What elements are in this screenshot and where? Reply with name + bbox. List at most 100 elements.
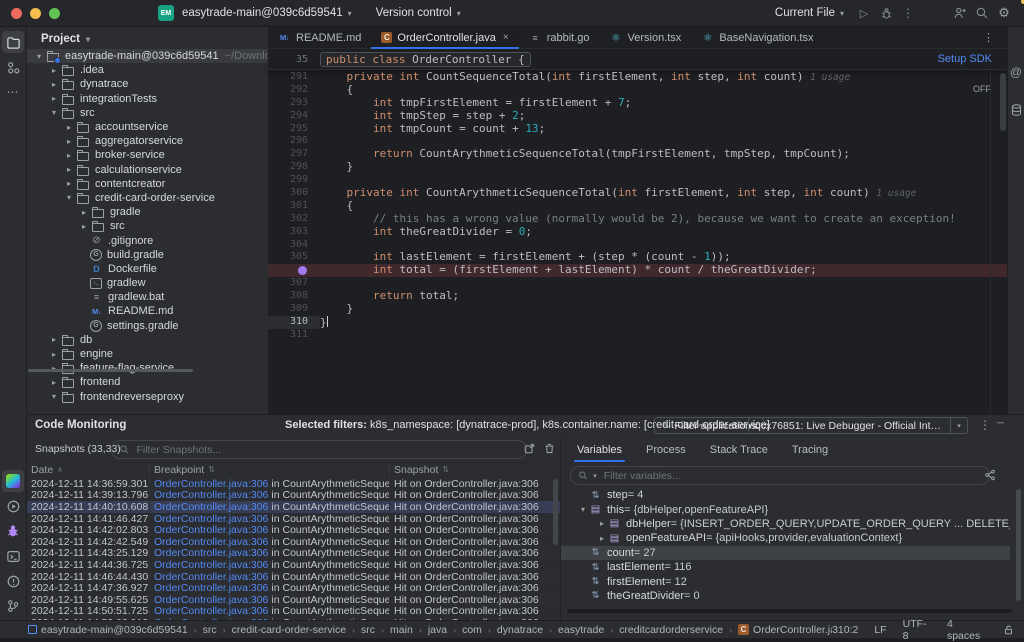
tree-item-gradle[interactable]: ▸gradle — [27, 205, 268, 219]
breakpoint-link[interactable]: OrderController.java:306 — [154, 548, 268, 560]
variable-row-dbHelper[interactable]: ▸▤dbHelper = {INSERT_ORDER_QUERY,UPDATE_… — [561, 517, 1010, 531]
tree-item-frontend[interactable]: ▸frontend — [27, 375, 268, 389]
line-number-gutter[interactable]: 308 — [268, 290, 320, 303]
breadcrumb-item[interactable]: easytrade-main@039c6d59541 — [28, 624, 188, 636]
tree-item-.idea[interactable]: ▸.idea — [27, 63, 268, 77]
services-tool-icon[interactable] — [2, 495, 24, 517]
code-line-306[interactable]: int total = (firstElement + lastElement)… — [268, 264, 1008, 277]
tree-item-.gitignore[interactable]: ⊘.gitignore — [27, 233, 268, 247]
tab-process[interactable]: Process — [634, 437, 698, 462]
share-icon[interactable] — [984, 469, 996, 481]
line-number-gutter[interactable]: 301 — [268, 200, 320, 213]
tree-item-gradlew.bat[interactable]: ≡gradlew.bat — [27, 290, 268, 304]
tree-item-easytrade-main@039c6d59541[interactable]: ▾easytrade-main@039c6d59541~/Downloads/e… — [27, 49, 268, 63]
tree-item-engine[interactable]: ▸engine — [27, 347, 268, 361]
debug-icon[interactable] — [876, 3, 896, 23]
tree-item-aggregatorservice[interactable]: ▸aggregatorservice — [27, 134, 268, 148]
tree-item-calculationservice[interactable]: ▸calculationservice — [27, 163, 268, 177]
breadcrumb-item[interactable]: creditcardorderservice — [619, 624, 723, 636]
breakpoint-link[interactable]: OrderController.java:306 — [154, 478, 268, 490]
line-number-gutter[interactable]: 311 — [268, 329, 320, 342]
breakpoint-link[interactable]: OrderController.java:306 — [154, 559, 268, 571]
window-close-button[interactable] — [11, 8, 22, 19]
debug-tool-icon[interactable] — [2, 520, 24, 542]
variables-filter-input[interactable] — [602, 469, 982, 483]
column-header-date[interactable]: Date ∧ — [27, 462, 150, 477]
code-line-311[interactable]: 311 — [268, 329, 1008, 342]
snapshot-filter-input-box[interactable] — [111, 440, 527, 459]
line-number-gutter[interactable]: 293 — [268, 97, 320, 110]
more-options-icon[interactable]: ⋮ — [898, 3, 918, 23]
snapshot-row[interactable]: 2024-12-11 14:42:42.549OrderController.j… — [27, 536, 560, 548]
expand-arrow-icon[interactable]: ▾ — [48, 108, 60, 117]
snapshot-filter-input[interactable] — [134, 443, 519, 457]
snapshot-row[interactable]: 2024-12-11 14:43:25.129OrderController.j… — [27, 548, 560, 560]
expand-arrow-icon[interactable]: ▸ — [78, 208, 90, 217]
line-number-gutter[interactable]: 296 — [268, 135, 320, 148]
expand-arrow-icon[interactable]: ▸ — [48, 350, 60, 359]
search-options-caret-icon[interactable]: ▾ — [593, 472, 597, 480]
expand-arrow-icon[interactable]: ▸ — [63, 179, 75, 188]
expand-arrow-icon[interactable]: ▸ — [63, 123, 75, 132]
git-branch-tool-icon[interactable] — [2, 595, 24, 617]
breadcrumb-item[interactable]: COrderController.java — [738, 624, 832, 636]
tree-item-broker-service[interactable]: ▸broker-service — [27, 148, 268, 162]
tree-item-contentcreator[interactable]: ▸contentcreator — [27, 177, 268, 191]
setup-sdk-link[interactable]: Setup SDK — [938, 53, 992, 65]
expand-arrow-icon[interactable]: ▸ — [78, 222, 90, 231]
code-line-297[interactable]: 297 return CountArythmeticSequenceTotal(… — [268, 148, 1008, 161]
lock-open-icon[interactable] — [1003, 624, 1014, 636]
line-number-gutter[interactable]: 304 — [268, 239, 320, 252]
variable-row-count[interactable]: ⇅count = 27 — [561, 546, 1010, 560]
window-zoom-button[interactable] — [49, 8, 60, 19]
breakpoint-link[interactable]: OrderController.java:306 — [154, 571, 268, 583]
add-user-icon[interactable] — [950, 3, 970, 23]
line-separator[interactable]: LF — [874, 624, 886, 636]
tree-item-build.gradle[interactable]: Gbuild.gradle — [27, 248, 268, 262]
code-line-303[interactable]: 303 int theGreatDivider = 0; — [268, 226, 1008, 239]
breadcrumb-item[interactable]: easytrade — [558, 624, 604, 636]
breadcrumb-item[interactable]: dynatrace — [497, 624, 543, 636]
breakpoint-link[interactable]: OrderController.java:306 — [154, 501, 268, 513]
tab-BaseNavigation.tsx[interactable]: ⚛BaseNavigation.tsx — [691, 27, 823, 48]
code-line-291[interactable]: 291 private int CountSequenceTotal(int f… — [268, 71, 1008, 84]
snapshot-row[interactable]: 2024-12-11 14:46:44.430OrderController.j… — [27, 571, 560, 583]
breakpoint-link[interactable]: OrderController.java:306 — [154, 536, 268, 548]
breakpoint-link[interactable]: OrderController.java:306 — [154, 513, 268, 525]
line-number-gutter[interactable]: 303 — [268, 226, 320, 239]
line-number-gutter[interactable]: 300 — [268, 187, 320, 200]
hide-panel-icon[interactable]: ─ — [997, 418, 1004, 429]
variables-hscrollbar[interactable] — [567, 609, 1012, 613]
variable-row-theGreatDivider[interactable]: ⇅theGreatDivider = 0 — [561, 589, 1010, 603]
tree-item-gradlew[interactable]: ›_gradlew — [27, 276, 268, 290]
dynatrace-tool-icon[interactable] — [2, 470, 24, 492]
variable-row-lastElement[interactable]: ⇅lastElement = 116 — [561, 560, 1010, 574]
code-line-310[interactable]: 310} — [268, 316, 1008, 329]
line-number-gutter[interactable]: 299 — [268, 174, 320, 187]
snapshots-vscrollbar[interactable] — [553, 479, 558, 545]
line-number-gutter[interactable]: 310 — [268, 316, 320, 329]
sticky-context-line[interactable]: 35 public class OrderController { — [268, 49, 1008, 70]
line-number-gutter[interactable]: 294 — [268, 110, 320, 123]
export-icon[interactable] — [523, 442, 536, 455]
code-line-295[interactable]: 295 int tmpCount = count + 13; — [268, 123, 1008, 136]
ai-assistant-icon[interactable]: @ — [1010, 65, 1022, 79]
expand-arrow-icon[interactable]: ▸ — [596, 534, 608, 543]
breadcrumb-item[interactable]: java — [428, 624, 447, 636]
line-number-gutter[interactable]: 309 — [268, 303, 320, 316]
tree-item-README.md[interactable]: M↓README.md — [27, 304, 268, 318]
snapshot-row[interactable]: 2024-12-11 14:50:51.725OrderController.j… — [27, 606, 560, 618]
tab-OrderController.java[interactable]: COrderController.java× — [371, 27, 518, 48]
expand-arrow-icon[interactable]: ▸ — [48, 378, 60, 387]
snapshot-row[interactable]: 2024-12-11 14:41:46.427OrderController.j… — [27, 513, 560, 525]
breadcrumb-item[interactable]: com — [462, 624, 482, 636]
breakpoint-link[interactable]: OrderController.java:306 — [154, 524, 268, 536]
tree-item-dynatrace[interactable]: ▸dynatrace — [27, 77, 268, 91]
tree-item-src[interactable]: ▾src — [27, 106, 268, 120]
code-line-309[interactable]: 309 } — [268, 303, 1008, 316]
snapshot-row[interactable]: 2024-12-11 14:42:02.803OrderController.j… — [27, 524, 560, 536]
expand-arrow-icon[interactable]: ▸ — [48, 94, 60, 103]
code-line-298[interactable]: 298 } — [268, 161, 1008, 174]
tab-Version.tsx[interactable]: ⚛Version.tsx — [600, 27, 692, 48]
search-icon[interactable] — [972, 3, 992, 23]
